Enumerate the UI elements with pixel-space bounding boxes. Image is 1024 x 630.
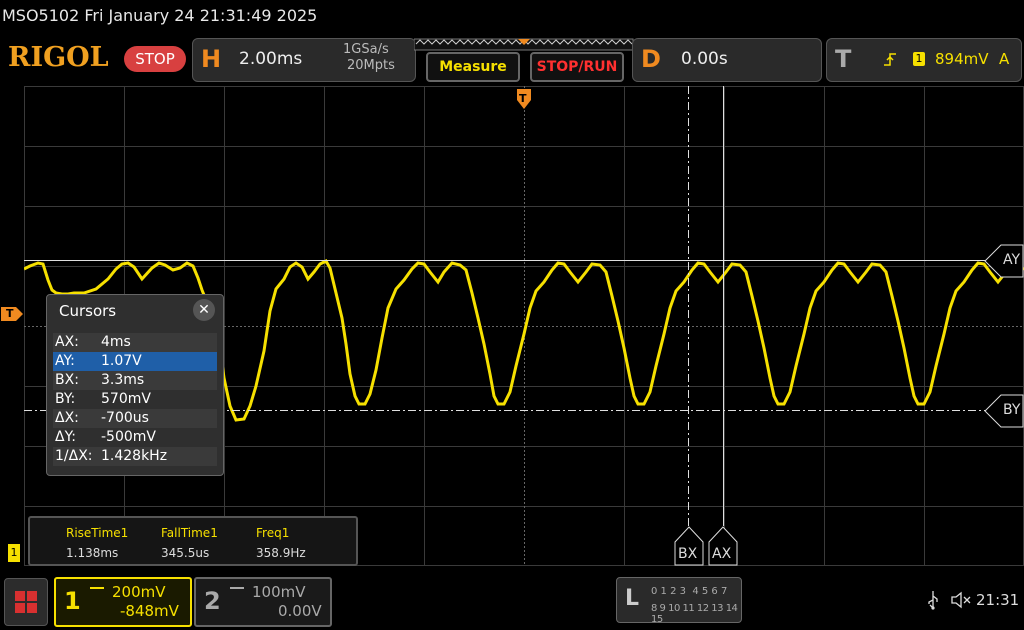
horizontal-letter: H xyxy=(201,45,222,73)
cursor-row[interactable]: 1/ΔX: 1.428kHz xyxy=(53,447,217,466)
trigger-letter: T xyxy=(835,45,852,73)
cursor-bx-tag-label: BX xyxy=(678,546,698,562)
channel-2-box[interactable]: 2 100mV 0.00V xyxy=(194,577,332,627)
trigger-position-label: T xyxy=(519,92,527,105)
cursor-ax-tag-label: AX xyxy=(712,546,732,562)
channel-2-offset: 0.00V xyxy=(278,602,322,620)
channel-1-offset: -848mV xyxy=(120,602,179,620)
cursor-by-tag-label: BY xyxy=(1003,402,1021,418)
timeline-strip xyxy=(414,38,634,51)
cursor-row-value: -700us xyxy=(101,410,149,426)
cursor-row[interactable]: ΔX: -700us xyxy=(53,409,217,428)
menu-grid-icon xyxy=(15,591,37,613)
dc-coupling-icon xyxy=(90,587,104,595)
measure-button[interactable]: Measure xyxy=(426,52,520,82)
cursor-row-value: -500mV xyxy=(101,429,156,445)
logic-panel[interactable]: L 0 1 2 3 4 5 6 7 8 9 10 11 12 13 14 15 xyxy=(616,577,742,625)
channel-1-number: 1 xyxy=(64,587,81,615)
navigation-menu-button[interactable] xyxy=(4,578,48,626)
cursor-ay-tag-label: AY xyxy=(1003,252,1021,268)
cursor-row[interactable]: ΔY: -500mV xyxy=(53,428,217,447)
sample-rate: 1GSa/s xyxy=(343,42,389,57)
horizontal-panel[interactable]: H 2.00ms 1GSa/s 20Mpts xyxy=(192,38,416,82)
dc-coupling-icon xyxy=(230,587,244,595)
speaker-muted-icon[interactable] xyxy=(950,590,972,610)
channel-2-number: 2 xyxy=(204,587,221,615)
cursor-row-key: BX: xyxy=(55,372,79,388)
trigger-source-badge: 1 xyxy=(913,52,925,66)
measurement-label: RiseTime1 xyxy=(66,526,129,540)
trigger-mode: A xyxy=(999,50,1010,68)
usb-icon xyxy=(928,591,938,610)
trigger-level-label: T xyxy=(6,307,14,320)
cursor-row-key: AY: xyxy=(55,353,75,369)
brand-logo: RIGOL xyxy=(8,42,109,73)
delay-letter: D xyxy=(641,45,661,73)
logic-channels-high: 8 9 10 11 12 13 14 15 xyxy=(651,603,738,625)
measurement-value: 358.9Hz xyxy=(256,546,306,560)
clock: 21:31 xyxy=(976,591,1020,609)
measurement-value: 345.5us xyxy=(161,546,210,560)
cursor-row-key: 1/ΔX: xyxy=(55,448,93,464)
timebase-value: 2.00ms xyxy=(239,49,303,69)
cursor-row[interactable]: BY: 570mV xyxy=(53,390,217,409)
cursor-row-value: 1.07V xyxy=(101,353,142,369)
measurement-label: Freq1 xyxy=(256,526,290,540)
title-text: MSO5102 Fri January 24 21:31:49 2025 xyxy=(2,6,318,25)
cursors-panel: Cursors ✕ AX: 4ms AY: 1.07V BX: 3.3ms BY: 570mV… xyxy=(46,294,224,476)
measurement-label: FallTime1 xyxy=(161,526,218,540)
stop-run-button[interactable]: STOP/RUN xyxy=(530,52,624,82)
channel-1-box[interactable]: 1 200mV -848mV xyxy=(54,577,192,627)
measurement-value: 1.138ms xyxy=(66,546,119,560)
measurement-bar[interactable]: RiseTime1 1.138ms FallTime1 345.5us Freq… xyxy=(28,516,358,566)
cursor-row-key: AX: xyxy=(55,334,79,350)
rising-edge-icon xyxy=(884,53,896,66)
cursor-row[interactable]: AX: 4ms xyxy=(53,333,217,352)
channel-1-scale: 200mV xyxy=(112,583,166,601)
cursor-row-key: ΔX: xyxy=(55,410,79,426)
logic-channels-low: 0 1 2 3 4 5 6 7 xyxy=(651,586,728,597)
memory-depth: 20Mpts xyxy=(347,58,395,73)
cursor-row-key: ΔY: xyxy=(55,429,76,445)
cursor-row-value: 4ms xyxy=(101,334,131,350)
ch1-offset-marker[interactable]: 1 xyxy=(8,544,20,562)
title-bar: MSO5102 Fri January 24 21:31:49 2025 xyxy=(0,0,1024,32)
cursor-row-value: 3.3ms xyxy=(101,372,145,388)
delay-panel[interactable]: D 0.00s xyxy=(632,38,822,82)
channel-2-scale: 100mV xyxy=(252,583,306,601)
cursor-row[interactable]: AY: 1.07V xyxy=(53,352,217,371)
cursor-row-key: BY: xyxy=(55,391,76,407)
trigger-panel[interactable]: T 1 894mV A xyxy=(826,38,1022,82)
logic-letter: L xyxy=(625,586,640,611)
cursor-row-value: 1.428kHz xyxy=(101,448,168,464)
run-state-badge[interactable]: STOP xyxy=(124,46,186,72)
delay-value: 0.00s xyxy=(681,49,728,69)
trigger-level: 894mV xyxy=(935,50,989,68)
close-icon[interactable]: ✕ xyxy=(193,299,215,321)
cursor-row[interactable]: BX: 3.3ms xyxy=(53,371,217,390)
cursor-row-value: 570mV xyxy=(101,391,151,407)
